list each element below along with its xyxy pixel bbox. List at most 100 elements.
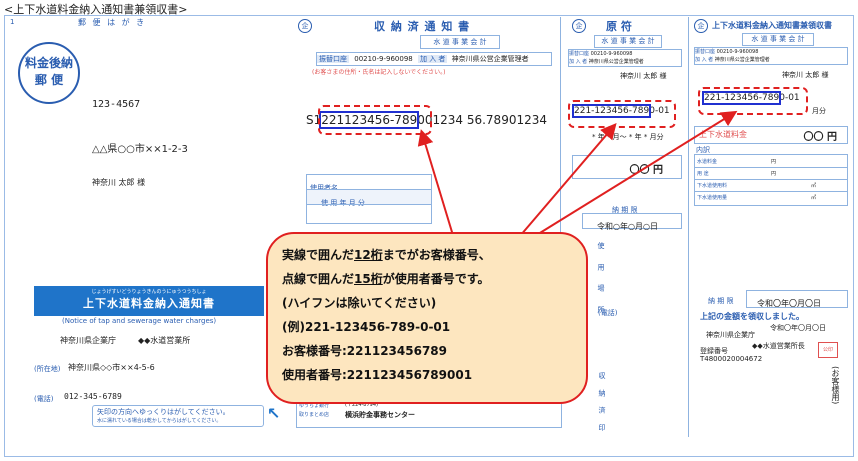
original-transfer-label: 振替口座 — [569, 51, 590, 57]
stub-account-box: 振替口座 00210-9-960098 加 入 者 神奈川県公営企業管理者 — [694, 47, 848, 65]
original-number-boxed: 221-123456-789 — [571, 104, 652, 118]
notice-banner: じょうげすいどうりょうきんのうにゅうつうちしょ 上下水道料金納入通知書 — [34, 286, 264, 316]
original-customer-number: 221-123456-7890-01 — [571, 104, 670, 118]
stub-row-label: 用 途 — [697, 171, 709, 177]
original-emblem-icon: 企 — [572, 19, 586, 33]
stub-received-text: 上記の金額を領収しました。 — [700, 312, 804, 321]
original-subtitle: 水 道 事 業 会 計 — [594, 35, 662, 48]
stub-receiver-office: ◆◆水道営業所長 — [752, 342, 805, 350]
stub-seal-text: 公印 — [822, 347, 833, 353]
stub-number-suffix: 0-01 — [779, 93, 800, 103]
stamp-line2: 郵 便 — [34, 73, 64, 87]
original-account-number: 00210-9-960098 — [590, 51, 633, 57]
callout-line-1: 実線で囲んだ12桁までがお客様番号、 — [282, 248, 491, 262]
sender-phone-label: (電話) — [34, 395, 54, 403]
stub-due-date: 令和〇年〇月〇日 — [757, 299, 821, 308]
peel-line2: 水に濡れている場合は乾かしてからはがしてください。 — [97, 418, 222, 424]
receipt-member-label: 加 入 者 — [417, 55, 448, 63]
receipt-transfer-label: 振替口座 — [317, 55, 349, 63]
stub-fee-box: 上下水道料金 〇〇 円 — [694, 126, 848, 144]
notice-title: 上下水道料金納入通知書 — [83, 297, 215, 310]
postage-paid-stamp: 料金後納 郵 便 — [18, 42, 80, 104]
section-divider-2 — [688, 17, 689, 437]
stub-row-label: 水道料金 — [697, 159, 718, 165]
stub-receiver-org: 神奈川県企業庁 — [706, 331, 755, 339]
receipt-red-note: (お客さまの住所・氏名は記入しないでください。) — [312, 69, 446, 76]
stub-transfer-label: 振替口座 — [695, 49, 716, 55]
original-number-suffix: 0-01 — [649, 106, 670, 116]
user-name-field: 使用者名 — [306, 174, 432, 192]
stub-emblem-icon: 企 — [694, 19, 708, 33]
stamp-line1: 料金後納 — [24, 56, 73, 70]
stub-row-unit: 円 — [771, 171, 777, 177]
callout-line-6: 使用者番号:221123456789001 — [282, 368, 473, 382]
original-amount: 〇〇 円 — [629, 165, 663, 176]
stub-member-label: 加 入 者 — [695, 57, 714, 63]
callout-line-3: (ハイフンは除いてください) — [282, 296, 437, 310]
sender-org: 神奈川県企業庁 — [60, 336, 116, 345]
stub-customer-number: 221-123456-7890-01 — [701, 91, 800, 105]
callout-line-4: (例)221-123456-789-0-01 — [282, 320, 451, 334]
original-account-box: 振替口座 00210-9-960098 加 入 者 神奈川県公営企業管理者 — [568, 49, 682, 67]
sender-address: 神奈川県◇◇市××4-5-6 — [68, 363, 155, 372]
usage-period-field: 使 用 年 月 分 — [306, 189, 432, 207]
page-number: 1 — [10, 18, 15, 26]
original-recipient: 神奈川 太郎 様 — [620, 72, 667, 80]
receipt-emblem-icon: 企 — [298, 19, 312, 33]
center-name: 横浜貯金事務センター — [345, 411, 415, 419]
original-period: * 年 * 月～ * 年 * 月分 — [592, 133, 664, 141]
receipt-account-number: 00210-9-960098 — [354, 55, 413, 63]
notice-kana: じょうげすいどうりょうきんのうにゅうつうちしょ — [91, 289, 207, 295]
recipient-name: 神奈川 太郎 様 — [92, 178, 146, 187]
receipt-account-row: 振替口座 00210-9-960098 加 入 者 神奈川県公営企業管理者 — [316, 52, 552, 66]
recipient-address: △△県○○市××1-2-3 — [92, 144, 188, 155]
original-due-date: 令和○年○月○日 — [597, 222, 658, 231]
original-amount-box: 〇〇 円 — [572, 155, 682, 179]
bank-line2: 取りまとめ店 — [299, 412, 330, 418]
stub-receipt-date: 令和〇年〇月〇日 — [770, 324, 826, 332]
bottom-phone-label: (電話) — [598, 309, 618, 317]
sender-office: ◆◆水道営業所 — [138, 336, 191, 345]
stub-title: 上下水道料金納入通知書兼領収書 — [712, 21, 832, 30]
stub-seal: 公印 — [818, 342, 838, 358]
stub-recipient: 神奈川 太郎 様 — [782, 71, 829, 79]
postcard-header: 郵 便 は が き — [78, 18, 147, 27]
explanation-callout: 実線で囲んだ12桁までがお客様番号、 点線で囲んだ15桁が使用者番号です。 (ハ… — [266, 232, 588, 404]
stub-row-label: 下水道使用量 — [697, 195, 728, 201]
original-member-label: 加 入 者 — [569, 59, 588, 65]
stub-number-boxed: 221-123456-789 — [701, 91, 782, 105]
stub-account-number: 00210-9-960098 — [716, 49, 759, 55]
stub-breakdown-table: 水道料金 円 用 途 円 下水道使用料 ㎥ 下水道使用量 ㎥ — [694, 154, 848, 206]
postal-code: 123-4567 — [92, 99, 141, 110]
stub-row-unit: ㎥ — [811, 183, 817, 189]
callout-line-2: 点線で囲んだ15桁が使用者番号です。 — [282, 272, 490, 286]
callout-line-5: お客様番号:221123456789 — [282, 344, 447, 358]
stub-row-label: 下水道使用料 — [697, 183, 728, 189]
peel-instruction: 矢印の方向へゆっくりはがしてください。 水に濡れている場合は乾かしてからはがして… — [92, 405, 264, 427]
receipt-member-name: 神奈川県公営企業管理者 — [451, 55, 529, 63]
receipt-subtitle: 水 道 事 業 会 計 — [420, 35, 500, 49]
original-due-box: 令和○年○月○日 — [582, 213, 682, 231]
stub-customer-copy: (お客様用) — [831, 366, 840, 405]
stub-fee-amount: 〇〇 円 — [803, 132, 837, 143]
stub-fee-label: 上下水道料金 — [699, 130, 747, 139]
receipt-title: 収 納 済 通 知 書 — [374, 20, 471, 33]
stub-row-unit: ㎥ — [811, 195, 817, 201]
stub-due-box: 令和〇年〇月〇日 — [746, 290, 848, 308]
original-title: 原 符 — [606, 20, 632, 33]
stub-row: 下水道使用量 ㎥ — [695, 191, 847, 204]
stub-reg-number: T4800020004672 — [700, 355, 763, 363]
sender-phone: 012-345-6789 — [64, 392, 122, 401]
usage-period-blank — [306, 204, 432, 224]
peel-arrow-icon: ↖ — [267, 404, 281, 423]
receipt-stamp-label: 収 納 済 印 — [598, 372, 606, 435]
stub-due-label: 納 期 限 — [708, 297, 734, 305]
stub-period-suffix: 月分 — [812, 107, 826, 115]
peel-line1: 矢印の方向へゆっくりはがしてください。 — [97, 408, 230, 416]
stub-member-name: 神奈川県公営企業管理者 — [714, 57, 770, 63]
stub-row-unit: 円 — [771, 159, 777, 165]
user-number-dashed-box — [318, 105, 432, 135]
barcode-rest: 001234 56.78901234 — [417, 113, 548, 127]
notice-english: (Notice of tap and sewerage water charge… — [62, 317, 217, 325]
stub-subtitle: 水 道 事 業 会 計 — [742, 33, 814, 46]
